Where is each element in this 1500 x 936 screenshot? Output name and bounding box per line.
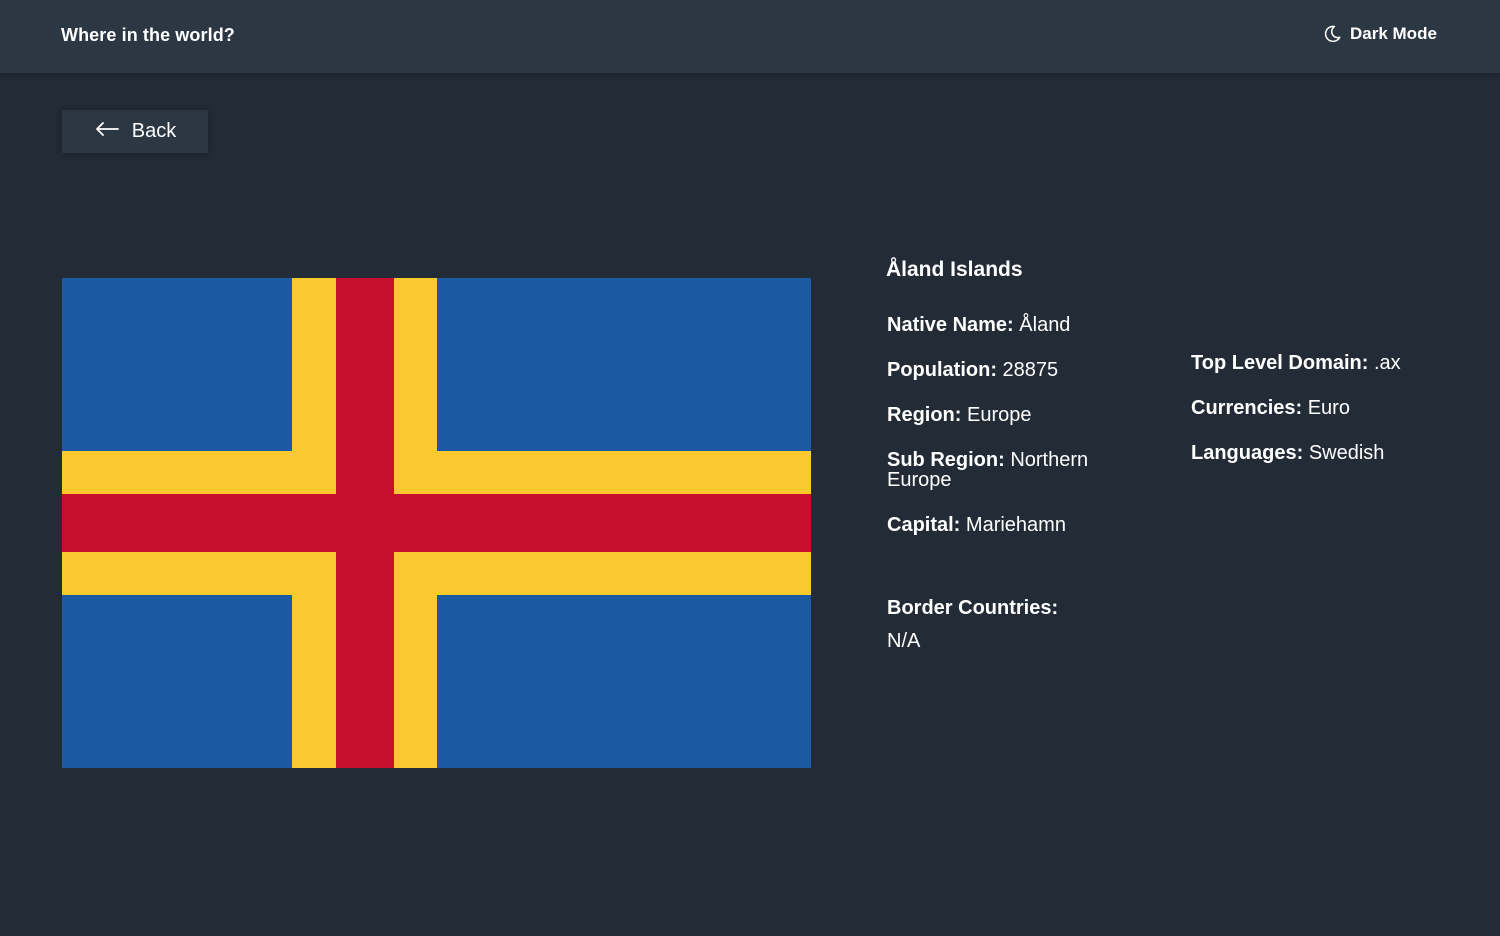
back-label: Back bbox=[131, 120, 177, 142]
population-row: Population: 28875 bbox=[887, 360, 1117, 380]
capital-label: Capital: bbox=[887, 514, 961, 536]
population-value: 28875 bbox=[1002, 359, 1059, 381]
capital-row: Capital: Mariehamn bbox=[887, 515, 1117, 535]
back-button[interactable]: Back bbox=[62, 110, 208, 153]
native-name-label: Native Name: bbox=[887, 314, 1014, 336]
native-name-row: Native Name: Åland bbox=[887, 315, 1117, 335]
capital-value: Mariehamn bbox=[965, 514, 1066, 536]
region-value: Europe bbox=[967, 404, 1032, 426]
tld-value: .ax bbox=[1373, 352, 1401, 374]
currencies-label: Currencies: bbox=[1191, 397, 1303, 419]
country-name: Åland Islands bbox=[886, 258, 1023, 281]
country-flag-image bbox=[62, 278, 811, 768]
languages-label: Languages: bbox=[1191, 442, 1304, 464]
currencies-value: Euro bbox=[1307, 397, 1350, 419]
arrow-left-icon bbox=[94, 120, 120, 143]
dark-mode-label: Dark Mode bbox=[1350, 24, 1437, 43]
border-countries-title: Border Countries: bbox=[887, 597, 1059, 619]
top-header: Where in the world? Dark Mode bbox=[0, 0, 1500, 73]
region-row: Region: Europe bbox=[887, 405, 1117, 425]
languages-row: Languages: Swedish bbox=[1191, 443, 1451, 463]
app-title: Where in the world? bbox=[61, 25, 235, 45]
moon-icon bbox=[1322, 24, 1342, 44]
population-label: Population: bbox=[887, 359, 997, 381]
sub-region-row: Sub Region: Northern Europe bbox=[887, 450, 1117, 490]
tld-row: Top Level Domain: .ax bbox=[1191, 353, 1451, 373]
sub-region-label: Sub Region: bbox=[887, 449, 1005, 471]
native-name-value: Åland bbox=[1019, 314, 1071, 336]
border-countries-value: N/A bbox=[887, 630, 921, 652]
currencies-row: Currencies: Euro bbox=[1191, 398, 1451, 418]
region-label: Region: bbox=[887, 404, 962, 426]
dark-mode-toggle[interactable]: Dark Mode bbox=[1322, 24, 1437, 44]
tld-label: Top Level Domain: bbox=[1191, 352, 1369, 374]
languages-value: Swedish bbox=[1308, 442, 1385, 464]
